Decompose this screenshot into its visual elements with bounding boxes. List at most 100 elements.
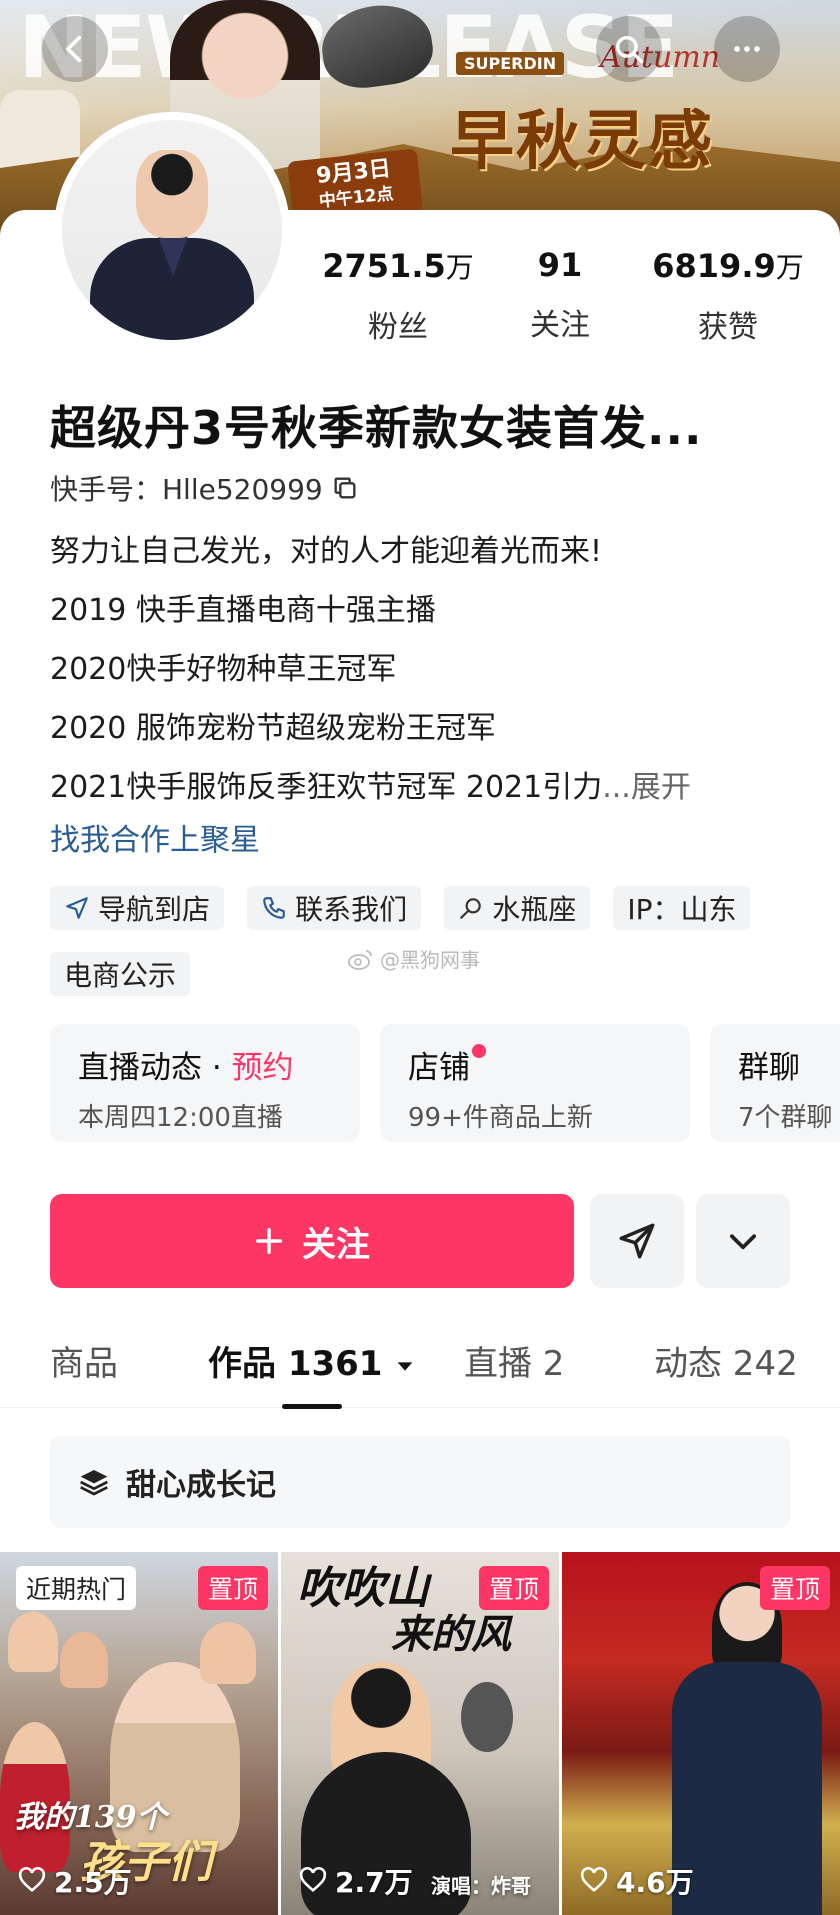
watermark: @黑狗网事 <box>348 944 480 973</box>
feature-row: 直播动态 · 预约 本周四12:00直播 店铺 99+件商品上新 群聊 7个群聊 <box>50 1024 840 1144</box>
likes-value: 4.6万 <box>616 1866 694 1899</box>
bio-ellipsis: ... <box>602 770 631 805</box>
reserve-link[interactable]: 预约 <box>232 1050 294 1086</box>
live-schedule-title: 直播动态 · <box>78 1050 232 1086</box>
video-grid: 近期热门 置顶 我的139个 孩子们 2.5万 吹吹山 来的风 置顶 演唱：炸哥… <box>0 1552 840 1915</box>
content-tabs: 商品 作品 1361 直播 2 动态 242 <box>0 1320 840 1408</box>
expand-link[interactable]: 展开 <box>631 770 691 805</box>
recent-hot-badge: 近期热门 <box>16 1566 137 1610</box>
thumb-figure <box>672 1662 822 1915</box>
stat-fans-label: 粉丝 <box>368 310 428 345</box>
watermark-text: @黑狗网事 <box>380 948 480 972</box>
group-chat-title: 群聊 <box>738 1050 800 1086</box>
copy-icon[interactable] <box>331 474 359 502</box>
bio-line: 2019 快手直播电商十强主播 <box>50 593 436 628</box>
stat-following-value: 91 <box>537 246 583 284</box>
heart-icon <box>299 1867 327 1893</box>
weibo-icon <box>348 949 372 970</box>
stat-likes[interactable]: 6819.9万 获赞 <box>648 246 808 346</box>
plus-icon <box>256 1228 282 1254</box>
caret-down-icon <box>397 1361 413 1371</box>
layers-icon <box>80 1470 108 1496</box>
likes-count: 2.5万 <box>18 1861 132 1901</box>
video-tile[interactable]: 置顶 4.6万 <box>562 1552 840 1915</box>
avatar[interactable] <box>54 112 290 348</box>
thumb-figure <box>8 1612 58 1672</box>
navigation-icon <box>66 897 88 919</box>
tag-label: IP：山东 <box>627 893 737 926</box>
thumb-figure <box>200 1622 256 1684</box>
send-icon <box>619 1223 655 1259</box>
tab-products[interactable]: 商品 <box>50 1336 118 1385</box>
banner-brand: SUPERDIN <box>456 52 565 75</box>
tab-live[interactable]: 直播 2 <box>464 1336 564 1385</box>
stat-fans-value: 2751.5 <box>322 247 446 285</box>
bio-line-last: 2021快手服饰反季狂欢节冠军 2021引力...展开 <box>50 758 810 817</box>
thumb-microphone <box>461 1682 513 1752</box>
stat-likes-label: 获赞 <box>698 310 758 345</box>
collection-bar[interactable]: 甜心成长记 <box>50 1436 790 1528</box>
video-tile[interactable]: 吹吹山 来的风 置顶 演唱：炸哥 2.7万 <box>281 1552 559 1915</box>
tag-navigation[interactable]: 导航到店 <box>50 886 225 930</box>
chevron-down-icon <box>730 1234 756 1250</box>
chevron-left-icon <box>66 35 82 63</box>
shop-title: 店铺 <box>408 1050 470 1086</box>
tag-zodiac[interactable]: 水瓶座 <box>444 886 591 930</box>
tab-works-label: 作品 1361 <box>208 1344 383 1384</box>
pinned-badge: 置顶 <box>197 1566 268 1610</box>
stat-likes-value: 6819.9 <box>652 247 776 285</box>
shop-sub: 99+件商品上新 <box>408 1103 593 1133</box>
live-schedule-card[interactable]: 直播动态 · 预约 本周四12:00直播 <box>50 1024 360 1142</box>
stat-fans-unit: 万 <box>445 251 474 284</box>
tab-moments[interactable]: 动态 242 <box>654 1336 798 1385</box>
tag-label: 电商公示 <box>64 959 177 992</box>
user-id: 快手号：Hlle520999 <box>50 468 359 508</box>
active-tab-indicator <box>282 1404 342 1409</box>
zodiac-icon <box>460 898 481 919</box>
search-icon <box>615 35 644 64</box>
stat-following-label: 关注 <box>530 308 590 343</box>
profile-name: 超级丹3号秋季新款女装首发... <box>50 401 703 455</box>
user-id-text: 快手号：Hlle520999 <box>50 473 323 506</box>
video-tile[interactable]: 近期热门 置顶 我的139个 孩子们 2.5万 <box>0 1552 278 1915</box>
group-chat-sub: 7个群聊 <box>738 1103 833 1133</box>
heart-icon <box>580 1867 608 1893</box>
phone-icon <box>263 897 285 919</box>
tag-label: 水瓶座 <box>492 893 577 926</box>
likes-value: 2.7万 <box>335 1866 413 1899</box>
stat-fans[interactable]: 2751.5万 粉丝 <box>318 246 478 346</box>
stat-following[interactable]: 91 关注 <box>510 246 610 344</box>
shop-card[interactable]: 店铺 99+件商品上新 <box>380 1024 690 1142</box>
bio-line: 2020快手好物种草王冠军 <box>50 652 397 687</box>
likes-value: 2.5万 <box>54 1866 132 1899</box>
bio: 努力让自己发光，对的人才能迎着光而来! 2019 快手直播电商十强主播 2020… <box>50 522 810 865</box>
cooperate-link[interactable]: 找我合作上聚星 <box>50 817 810 865</box>
video-credit: 演唱：炸哥 <box>431 1874 531 1898</box>
share-button[interactable] <box>590 1194 684 1288</box>
collection-label: 甜心成长记 <box>126 1468 276 1503</box>
likes-count: 2.7万 <box>299 1861 413 1901</box>
back-button[interactable] <box>42 16 108 82</box>
follow-button[interactable]: 关注 <box>50 1194 574 1288</box>
tag-label: 联系我们 <box>295 893 408 926</box>
likes-count: 4.6万 <box>580 1861 694 1901</box>
group-chat-card[interactable]: 群聊 7个群聊 <box>710 1024 840 1142</box>
dropdown-button[interactable] <box>696 1194 790 1288</box>
search-button[interactable] <box>596 16 662 82</box>
pinned-badge: 置顶 <box>759 1566 830 1610</box>
tag-ecommerce-notice[interactable]: 电商公示 <box>50 952 191 996</box>
heart-icon <box>18 1867 46 1893</box>
tag-ip: IP：山东 <box>613 886 751 930</box>
follow-label: 关注 <box>302 1224 370 1265</box>
bio-line: 2020 服饰宠粉节超级宠粉王冠军 <box>50 711 496 746</box>
profile-card: 2751.5万 粉丝 91 关注 6819.9万 获赞 超级丹3号秋季新款女装首… <box>0 112 840 1915</box>
stat-likes-unit: 万 <box>775 251 804 284</box>
video-caption: 来的风 <box>391 1611 511 1658</box>
more-button[interactable] <box>714 16 780 82</box>
tab-works[interactable]: 作品 1361 <box>208 1336 416 1385</box>
more-icon <box>734 46 760 52</box>
bio-line: 努力让自己发光，对的人才能迎着光而来! <box>50 534 603 569</box>
shop-new-dot <box>472 1044 486 1058</box>
banner-title: 早秋灵感 <box>450 105 714 179</box>
tag-contact[interactable]: 联系我们 <box>247 886 422 930</box>
